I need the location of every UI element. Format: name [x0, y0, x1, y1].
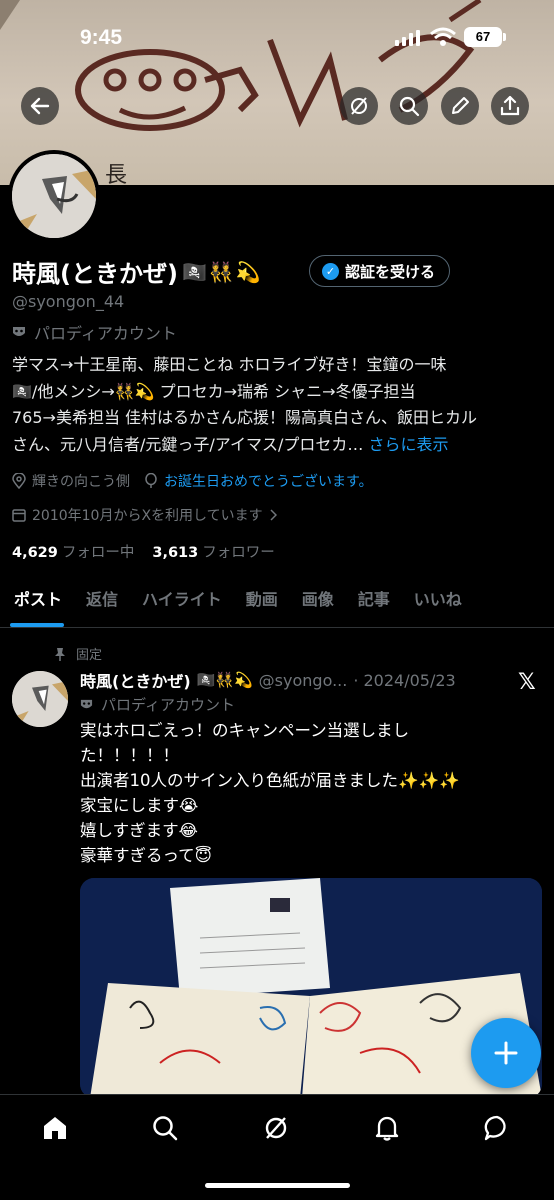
tab-videos[interactable]: 動画: [234, 578, 290, 627]
profile-tabs: ポスト 返信 ハイライト 動画 画像 記事 いいね: [0, 578, 554, 628]
profile-avatar[interactable]: [8, 150, 100, 242]
nav-notifications[interactable]: [370, 1111, 404, 1145]
tab-highlights[interactable]: ハイライト: [130, 578, 234, 627]
joined-text: 2010年10月からXを利用しています: [32, 508, 263, 524]
mask-icon: [80, 699, 93, 709]
pinned-indicator: 固定: [54, 644, 102, 663]
display-name: 時風(ときかぜ): [12, 260, 178, 288]
pin-icon: [55, 647, 65, 661]
nav-home[interactable]: [38, 1111, 72, 1145]
get-verified-button[interactable]: ✓ 認証を受ける: [309, 255, 451, 287]
post-line: 出演者10人のサイン入り色紙が届きました✨✨✨: [80, 771, 460, 790]
share-icon: [500, 95, 520, 116]
post-text: 実はホロごえっ！のキャンペーン当選しまし た！！！！！ 出演者10人のサイン入り…: [80, 718, 540, 868]
nav-grok[interactable]: [259, 1111, 293, 1145]
back-button[interactable]: [21, 87, 59, 125]
nav-search[interactable]: [148, 1111, 182, 1145]
status-time: 9:45: [80, 26, 123, 49]
following-count: 4,629: [12, 545, 58, 561]
compose-post-button[interactable]: [471, 1018, 541, 1088]
post-line: 実はホロごえっ！のキャンペーン当選しまし: [80, 721, 410, 740]
pinned-label: 固定: [76, 648, 103, 663]
website-link[interactable]: お誕生日おめでとうございます。: [164, 471, 373, 491]
mask-icon: [13, 327, 25, 336]
followers-count: 3,613: [152, 545, 199, 561]
bio-line: 765→美希担当 佳村はるかさん応援！陽高真白さん、飯田ヒカル: [12, 408, 478, 427]
banner-text: 長: [105, 163, 128, 185]
verified-badge-icon: ✓: [322, 262, 339, 280]
bio-line: さん、元八月信者/元鍵っ子/アイマス/プロセカ…: [12, 434, 364, 454]
plus-icon: [494, 1041, 518, 1065]
tab-posts[interactable]: ポスト: [0, 578, 74, 627]
grok-icon: [265, 1117, 287, 1139]
tab-replies[interactable]: 返信: [74, 578, 130, 627]
edit-button[interactable]: [441, 87, 479, 125]
post-author-handle[interactable]: @syongo...: [259, 671, 348, 690]
messages-icon: [484, 1115, 506, 1141]
show-more-link[interactable]: さらに表示: [368, 435, 448, 454]
profile-handle: @syongon_44: [12, 292, 125, 311]
cellular-signal-icon: [395, 30, 420, 46]
followers-link[interactable]: 3,613 フォロワー: [152, 541, 274, 562]
follow-stats: 4,629 フォロー中 3,613 フォロワー: [12, 541, 275, 562]
share-button[interactable]: [491, 87, 529, 125]
nav-messages[interactable]: [480, 1111, 514, 1145]
edit-icon: [452, 97, 469, 114]
name-emojis: 🏴‍☠️👯💫: [181, 259, 263, 284]
balloon-icon: [145, 473, 157, 488]
post-avatar[interactable]: [12, 671, 68, 727]
wifi-icon: [430, 27, 456, 46]
status-bar: 9:45 67: [0, 0, 554, 70]
location-text: 輝きの向こう側: [32, 474, 130, 490]
post-date: · 2024/05/23: [353, 670, 456, 690]
post-line: 豪華すぎるって😇: [80, 846, 212, 865]
profile-name-row: 時風(ときかぜ) 🏴‍☠️👯💫: [12, 254, 263, 289]
home-indicator: [205, 1183, 350, 1188]
tab-articles[interactable]: 記事: [346, 578, 402, 627]
post-line: 家宝にします😭: [80, 796, 199, 815]
following-link[interactable]: 4,629 フォロー中: [12, 541, 134, 562]
post-header: 時風(ときかぜ) 🏴‍☠️👯💫 @syongo... · 2024/05/23: [80, 668, 456, 692]
profile-meta-row: 輝きの向こう側 お誕生日おめでとうございます。: [12, 471, 373, 491]
grok-button[interactable]: [340, 87, 378, 125]
calendar-icon: [12, 509, 26, 522]
x-logo-icon: 𝕏: [518, 670, 536, 695]
notifications-icon: [375, 1116, 399, 1141]
followers-label: フォロワー: [202, 545, 275, 561]
get-verified-label: 認証を受ける: [345, 262, 436, 281]
post-parody-row: パロディアカウント: [80, 694, 235, 715]
parody-label-row: パロディアカウント: [12, 320, 177, 344]
location-icon: [12, 473, 26, 489]
battery-indicator: 67: [464, 27, 506, 47]
search-icon: [399, 96, 420, 117]
joined-row[interactable]: 2010年10月からXを利用しています: [12, 505, 277, 525]
post-line: た！！！！！: [80, 746, 179, 765]
grok-icon: [351, 97, 367, 115]
bio-line: 学マス→十王星南、藤田ことね ホロライブ好き！宝鐘の一味: [12, 355, 447, 374]
avatar-image: [12, 671, 68, 727]
search-icon: [153, 1116, 178, 1141]
post-line: 嬉しすぎます😂: [80, 821, 198, 840]
parody-label: パロディアカウント: [34, 324, 177, 343]
bio-line: 🏴‍☠️/他メンシ→👯💫 プロセカ→瑞希 シャニ→冬優子担当: [12, 381, 416, 401]
following-label: フォロー中: [61, 545, 135, 561]
tab-likes[interactable]: いいね: [402, 578, 474, 627]
tab-images[interactable]: 画像: [290, 578, 346, 627]
profile-bio: 学マス→十王星南、藤田ことね ホロライブ好き！宝鐘の一味 🏴‍☠️/他メンシ→👯…: [12, 352, 542, 458]
post-author-name[interactable]: 時風(ときかぜ): [80, 668, 191, 692]
avatar-image: [12, 154, 96, 238]
chevron-right-icon: [270, 509, 277, 521]
search-button[interactable]: [390, 87, 428, 125]
home-icon: [44, 1117, 66, 1139]
post-parody-label: パロディアカウント: [101, 696, 235, 714]
post-name-emojis: 🏴‍☠️👯💫: [196, 671, 253, 689]
back-arrow-icon: [30, 97, 50, 115]
